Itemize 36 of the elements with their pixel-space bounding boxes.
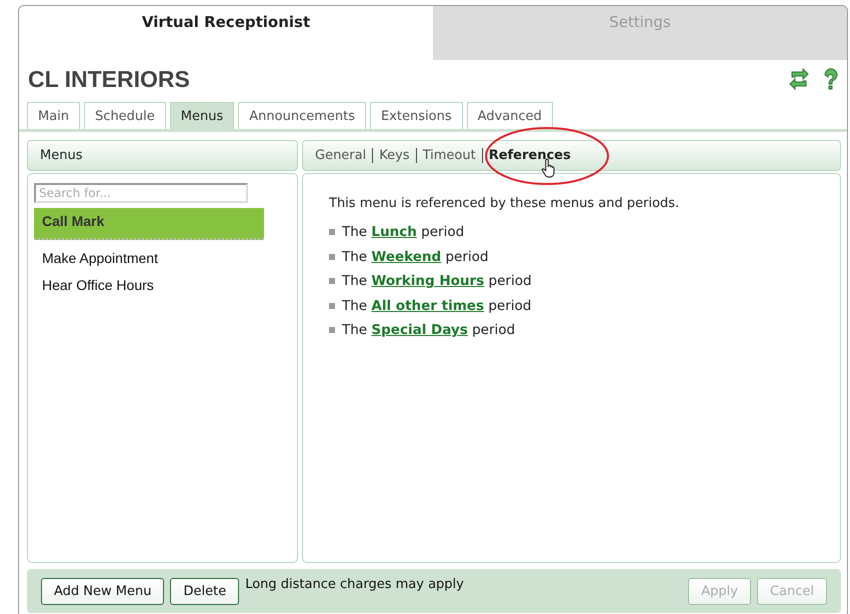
company-title: CL INTERIORS [28,66,191,92]
reference-text: The Lunch period [342,224,464,240]
search-field[interactable]: Search for... [34,183,248,203]
menu-item[interactable]: Make Appointment [34,245,264,271]
action-button[interactable]: Delete [170,578,240,604]
reference-text: The Special Days period [342,322,516,338]
bullet-icon [329,327,335,334]
footer-note: Long distance charges may apply [245,577,465,592]
tab[interactable]: Advanced [466,102,553,129]
help-icon[interactable] [823,68,839,90]
tab[interactable]: Announcements [238,102,366,129]
period-link[interactable]: Special Days [371,322,468,338]
tab[interactable]: Schedule [84,102,166,129]
period-link[interactable]: Lunch [371,224,417,240]
refresh-icon[interactable] [789,68,809,90]
subtab[interactable]: Keys [372,148,416,163]
bullet-icon [329,302,335,309]
subtab[interactable]: Timeout [416,148,482,163]
reference-text: The Weekend period [342,248,488,265]
subtab[interactable]: General [315,148,372,163]
menu-item[interactable]: Call Mark [34,208,264,240]
reference-text: The All other times period [342,298,532,314]
period-link[interactable]: Working Hours [371,273,484,290]
reference-text: The Working Hours period [342,273,532,290]
bullet-icon [329,278,335,284]
period-link[interactable]: All other times [371,298,484,314]
period-link[interactable]: Weekend [371,248,442,265]
menu-item[interactable]: Hear Office Hours [34,272,264,298]
panel-header: Menus [27,140,298,171]
action-button[interactable]: Add New Menu [41,578,164,604]
tab[interactable]: Extensions [370,102,463,129]
tab[interactable]: Menus [170,102,234,129]
bullet-icon [329,229,335,236]
intro-text: This menu is referenced by these menus and periods. [329,196,680,211]
tab[interactable]: Main [27,102,80,129]
bullet-icon [329,254,335,260]
